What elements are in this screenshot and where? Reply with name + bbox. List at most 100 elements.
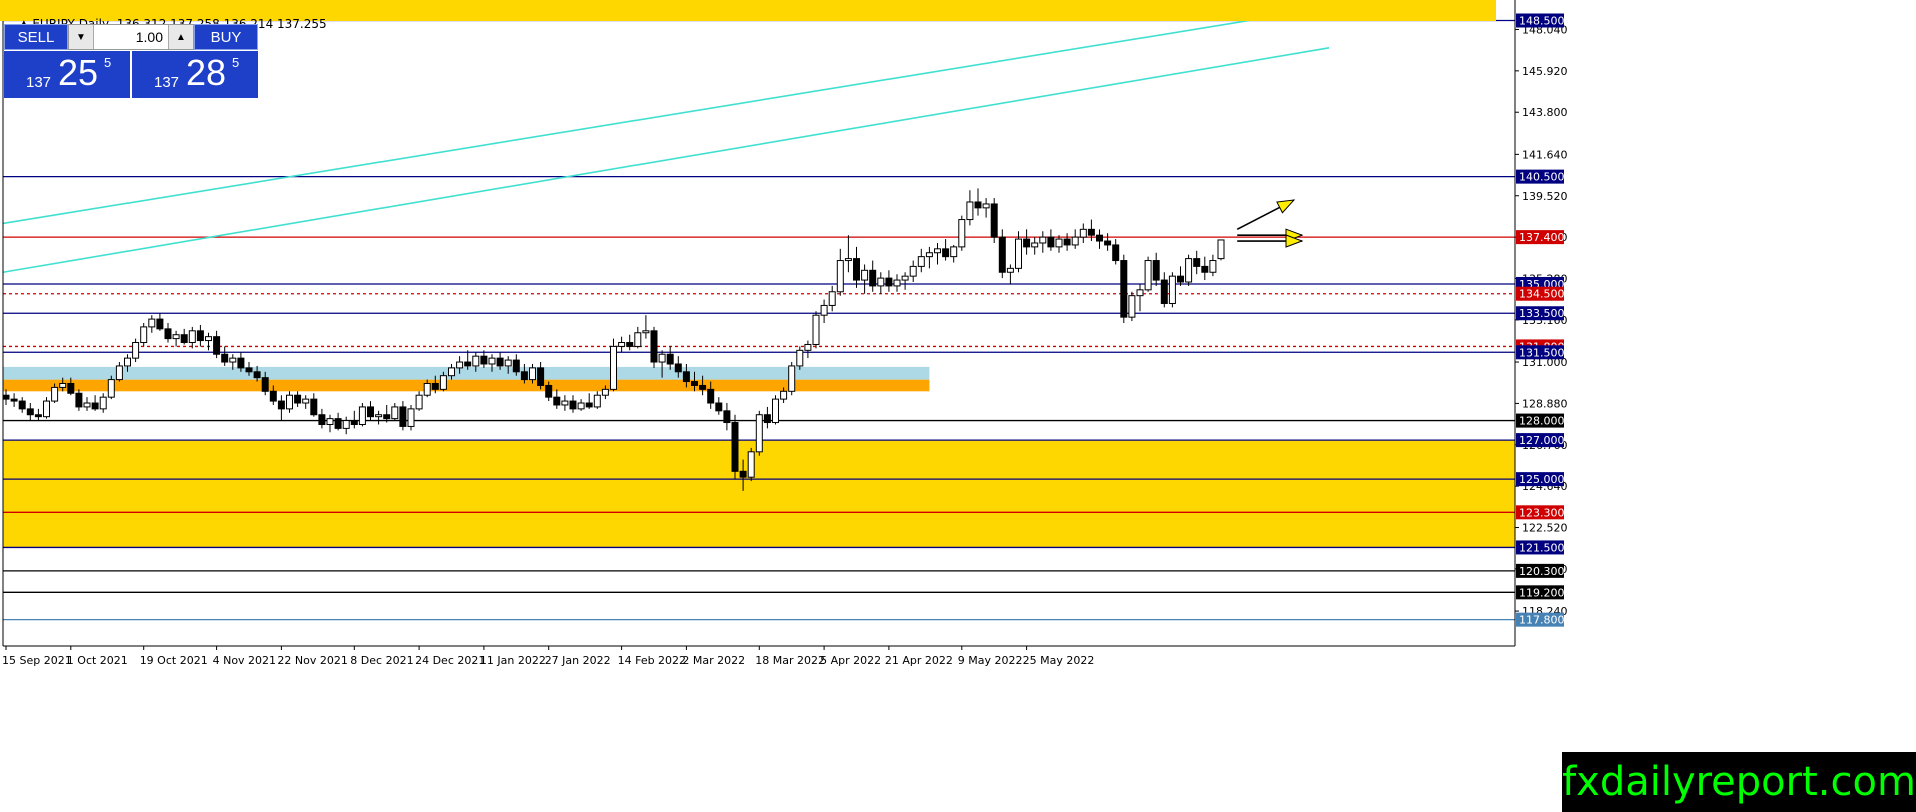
candle[interactable] bbox=[269, 390, 277, 402]
candle[interactable] bbox=[1209, 260, 1217, 273]
candle[interactable] bbox=[1006, 267, 1014, 273]
sell-button[interactable]: SELL bbox=[4, 24, 68, 50]
candle[interactable] bbox=[934, 248, 941, 254]
candle[interactable] bbox=[593, 394, 601, 408]
candle[interactable] bbox=[1055, 238, 1063, 248]
candle[interactable] bbox=[375, 414, 383, 418]
candle[interactable] bbox=[966, 201, 974, 221]
candle[interactable] bbox=[415, 394, 423, 410]
candle[interactable] bbox=[1144, 260, 1152, 291]
candle[interactable] bbox=[529, 367, 536, 381]
candle[interactable] bbox=[958, 219, 966, 248]
candle[interactable] bbox=[464, 361, 472, 367]
candle[interactable] bbox=[804, 343, 812, 351]
candle[interactable] bbox=[496, 357, 504, 367]
candle[interactable] bbox=[448, 367, 455, 377]
candle[interactable] bbox=[261, 377, 269, 392]
candle[interactable] bbox=[893, 279, 901, 287]
candle[interactable] bbox=[618, 342, 626, 347]
candle[interactable] bbox=[213, 336, 221, 355]
lot-size-field[interactable]: ▼ 1.00 ▲ bbox=[68, 24, 194, 50]
candle[interactable] bbox=[974, 201, 982, 209]
candle[interactable] bbox=[18, 400, 26, 410]
candle[interactable] bbox=[180, 334, 188, 344]
candle[interactable] bbox=[828, 291, 836, 306]
candle[interactable] bbox=[229, 357, 237, 363]
candle[interactable] bbox=[350, 420, 358, 425]
lot-decrease-icon[interactable]: ▼ bbox=[69, 25, 94, 49]
candle[interactable] bbox=[796, 349, 804, 367]
candle[interactable] bbox=[148, 318, 156, 328]
candle[interactable] bbox=[407, 408, 415, 427]
candle[interactable] bbox=[253, 371, 261, 379]
candle[interactable] bbox=[399, 406, 407, 427]
candle[interactable] bbox=[707, 388, 715, 404]
candle[interactable] bbox=[1177, 275, 1184, 283]
candle[interactable] bbox=[1217, 239, 1225, 260]
candle[interactable] bbox=[140, 326, 148, 344]
candle[interactable] bbox=[577, 402, 585, 410]
candle[interactable] bbox=[156, 318, 164, 330]
candle[interactable] bbox=[1185, 258, 1193, 283]
candle[interactable] bbox=[601, 388, 609, 396]
candle[interactable] bbox=[780, 390, 788, 400]
candle[interactable] bbox=[674, 363, 682, 373]
candle[interactable] bbox=[942, 248, 950, 258]
candle[interactable] bbox=[691, 381, 698, 386]
sell-price[interactable]: 137 25 5 bbox=[4, 51, 130, 98]
candle[interactable] bbox=[383, 414, 391, 420]
candle[interactable] bbox=[326, 418, 334, 425]
candle[interactable] bbox=[1193, 258, 1201, 267]
candle[interactable] bbox=[1120, 260, 1128, 318]
candle[interactable] bbox=[788, 365, 796, 392]
candle[interactable] bbox=[666, 353, 674, 365]
candle[interactable] bbox=[747, 451, 755, 478]
candle[interactable] bbox=[1168, 275, 1176, 304]
candle[interactable] bbox=[1087, 228, 1095, 236]
candle[interactable] bbox=[358, 406, 366, 425]
candle[interactable] bbox=[205, 336, 212, 342]
candle[interactable] bbox=[237, 357, 245, 369]
candle[interactable] bbox=[1023, 238, 1031, 248]
candle[interactable] bbox=[634, 332, 642, 347]
candle[interactable] bbox=[715, 402, 723, 412]
candle[interactable] bbox=[367, 406, 374, 418]
candle[interactable] bbox=[820, 304, 828, 316]
candle[interactable] bbox=[1031, 242, 1039, 248]
candle[interactable] bbox=[925, 252, 933, 258]
candle[interactable] bbox=[164, 328, 172, 340]
candle[interactable] bbox=[755, 414, 763, 453]
candle[interactable] bbox=[699, 384, 707, 390]
candle[interactable] bbox=[1079, 228, 1087, 238]
candle[interactable] bbox=[302, 398, 310, 404]
candle[interactable] bbox=[431, 383, 439, 390]
candle[interactable] bbox=[286, 394, 293, 410]
candle[interactable] bbox=[1039, 236, 1047, 244]
candle[interactable] bbox=[124, 357, 131, 367]
lot-increase-icon[interactable]: ▲ bbox=[168, 25, 193, 49]
candle[interactable] bbox=[545, 384, 553, 398]
candle[interactable] bbox=[650, 330, 658, 363]
candle[interactable] bbox=[537, 367, 545, 386]
candle[interactable] bbox=[342, 420, 350, 429]
candle[interactable] bbox=[772, 398, 779, 424]
candle[interactable] bbox=[885, 277, 893, 287]
candle[interactable] bbox=[318, 414, 326, 425]
candle[interactable] bbox=[488, 357, 496, 365]
candle[interactable] bbox=[439, 375, 447, 390]
buy-button[interactable]: BUY bbox=[194, 24, 258, 50]
candle[interactable] bbox=[83, 402, 91, 408]
candle[interactable] bbox=[188, 330, 196, 344]
buy-price[interactable]: 137 28 5 bbox=[132, 51, 258, 98]
candle[interactable] bbox=[294, 394, 302, 404]
candle[interactable] bbox=[26, 408, 34, 416]
candle[interactable] bbox=[34, 414, 42, 418]
candle[interactable] bbox=[658, 353, 666, 363]
candle[interactable] bbox=[472, 355, 480, 367]
candle[interactable] bbox=[1071, 236, 1079, 246]
candle[interactable] bbox=[221, 353, 229, 363]
candle[interactable] bbox=[456, 361, 464, 369]
candle[interactable] bbox=[1160, 279, 1168, 304]
candle[interactable] bbox=[245, 367, 253, 373]
candle[interactable] bbox=[1152, 260, 1160, 281]
